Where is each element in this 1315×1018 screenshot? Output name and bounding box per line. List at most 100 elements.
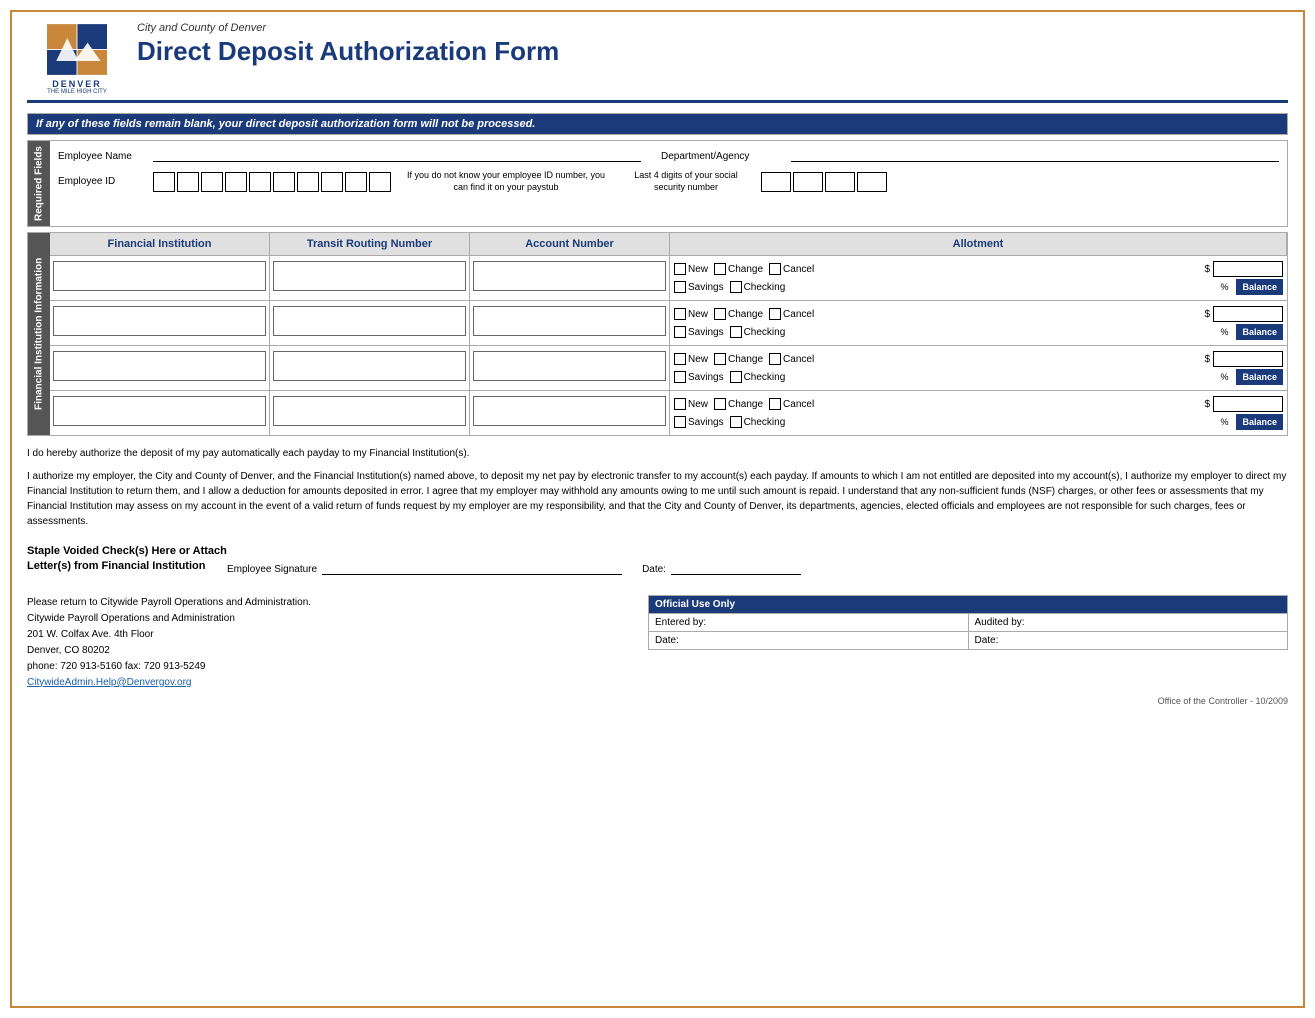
fi-row2-change-checkbox[interactable] <box>714 308 726 320</box>
fi-row3-amount-input[interactable] <box>1213 351 1283 367</box>
fi-row3-checking-label: Checking <box>744 372 786 383</box>
last4-box-4[interactable] <box>857 172 887 192</box>
fi-row2-routing-input[interactable] <box>273 306 466 336</box>
fi-row3-new-group: New <box>674 353 714 365</box>
fi-row4-amount-input[interactable] <box>1213 396 1283 412</box>
emp-id-box-6[interactable] <box>273 172 295 192</box>
fi-row4-savings-checkbox[interactable] <box>674 416 686 428</box>
fi-row1-savings-checkbox[interactable] <box>674 281 686 293</box>
fi-row2-new-label: New <box>688 309 708 320</box>
fi-row3-cancel-checkbox[interactable] <box>769 353 781 365</box>
fi-row3-balance-btn[interactable]: Balance <box>1236 369 1283 385</box>
fi-row3-routing-input[interactable] <box>273 351 466 381</box>
fi-row4-routing-input[interactable] <box>273 396 466 426</box>
fi-row4-institution <box>50 391 270 435</box>
fi-row3-change-checkbox[interactable] <box>714 353 726 365</box>
emp-id-box-7[interactable] <box>297 172 319 192</box>
fi-row3-savings-label: Savings <box>688 372 724 383</box>
emp-id-box-2[interactable] <box>177 172 199 192</box>
fi-row2-checking-label: Checking <box>744 327 786 338</box>
fi-row4-cancel-checkbox[interactable] <box>769 398 781 410</box>
emp-id-box-3[interactable] <box>201 172 223 192</box>
fi-header-account-number: Account Number <box>470 233 670 256</box>
fi-row1-cancel-label: Cancel <box>783 264 814 275</box>
required-fields-section: Required Fields Employee Name Department… <box>27 140 1288 227</box>
fi-row2-institution <box>50 301 270 345</box>
fi-row2-new-checkbox[interactable] <box>674 308 686 320</box>
fi-row1-new-checkbox[interactable] <box>674 263 686 275</box>
fi-row3-savings-checkbox[interactable] <box>674 371 686 383</box>
fi-row4-checking-group: Checking <box>730 416 792 428</box>
header-title-area: City and County of Denver Direct Deposit… <box>127 22 1288 67</box>
fi-row-3: New Change Cancel $ <box>50 346 1287 391</box>
fi-row3-dollar: $ <box>1204 354 1210 365</box>
fi-row1-account-input[interactable] <box>473 261 666 291</box>
fi-row2-account-input[interactable] <box>473 306 666 336</box>
fi-row2-institution-input[interactable] <box>53 306 266 336</box>
fi-row3-allot-top: New Change Cancel $ <box>674 351 1283 367</box>
fi-row4-change-group: Change <box>714 398 769 410</box>
fi-row3-account-input[interactable] <box>473 351 666 381</box>
fi-row4-new-label: New <box>688 399 708 410</box>
fi-row1-balance-btn[interactable]: Balance <box>1236 279 1283 295</box>
fi-row1-account <box>470 256 670 300</box>
fi-row4-new-checkbox[interactable] <box>674 398 686 410</box>
warning-text: If any of these fields remain blank, you… <box>28 114 1287 134</box>
dept-agency-input[interactable] <box>791 146 1279 162</box>
fi-row-1: New Change Cancel $ <box>50 256 1287 301</box>
fi-section: Financial Institution Information Financ… <box>27 232 1288 436</box>
fi-row1-routing-input[interactable] <box>273 261 466 291</box>
header-title: Direct Deposit Authorization Form <box>137 36 1288 67</box>
fi-row3-checking-checkbox[interactable] <box>730 371 742 383</box>
last4-box-3[interactable] <box>825 172 855 192</box>
fi-header-transit-routing: Transit Routing Number <box>270 233 470 256</box>
contact-link[interactable]: CitywideAdmin.Help@Denvergov.org <box>27 677 191 688</box>
last4-box-2[interactable] <box>793 172 823 192</box>
fi-row4-checking-checkbox[interactable] <box>730 416 742 428</box>
fi-row2-savings-checkbox[interactable] <box>674 326 686 338</box>
emp-id-box-4[interactable] <box>225 172 247 192</box>
fi-row4-change-checkbox[interactable] <box>714 398 726 410</box>
fi-row1-savings-label: Savings <box>688 282 724 293</box>
staple-line1: Staple Voided Check(s) Here or Attach <box>27 545 227 557</box>
date-line[interactable] <box>671 557 801 575</box>
fi-row4-account <box>470 391 670 435</box>
official-audited-by: Audited by: <box>969 614 1288 631</box>
fi-row3-institution-input[interactable] <box>53 351 266 381</box>
logo-text: DENVER <box>52 79 102 89</box>
emp-id-box-10[interactable] <box>369 172 391 192</box>
fi-row4-change-label: Change <box>728 399 763 410</box>
fi-row4-cancel-group: Cancel <box>769 398 820 410</box>
fi-row1-cancel-checkbox[interactable] <box>769 263 781 275</box>
fi-row1-change-group: Change <box>714 263 769 275</box>
emp-id-box-8[interactable] <box>321 172 343 192</box>
fi-row1-checking-label: Checking <box>744 282 786 293</box>
fi-row2-change-label: Change <box>728 309 763 320</box>
fi-row3-institution <box>50 346 270 390</box>
official-date-right: Date: <box>969 632 1288 649</box>
required-fields-side-label: Required Fields <box>28 141 50 226</box>
fi-row3-new-checkbox[interactable] <box>674 353 686 365</box>
fi-row2-balance-btn[interactable]: Balance <box>1236 324 1283 340</box>
fi-row2-amount-input[interactable] <box>1213 306 1283 322</box>
emp-id-box-9[interactable] <box>345 172 367 192</box>
fi-row2-allotment: New Change Cancel $ <box>670 301 1287 345</box>
fi-row1-amount-input[interactable] <box>1213 261 1283 277</box>
staple-text: Staple Voided Check(s) Here or Attach Le… <box>27 544 227 575</box>
fi-row2-cancel-checkbox[interactable] <box>769 308 781 320</box>
fi-row4-balance-btn[interactable]: Balance <box>1236 414 1283 430</box>
emp-id-box-1[interactable] <box>153 172 175 192</box>
employee-name-input[interactable] <box>153 146 641 162</box>
fi-row2-account <box>470 301 670 345</box>
fi-row2-checking-checkbox[interactable] <box>730 326 742 338</box>
fi-row4-account-input[interactable] <box>473 396 666 426</box>
sig-line[interactable] <box>322 557 622 575</box>
last4-box-1[interactable] <box>761 172 791 192</box>
fi-row1-change-checkbox[interactable] <box>714 263 726 275</box>
fi-row4-institution-input[interactable] <box>53 396 266 426</box>
last4-boxes <box>761 172 887 192</box>
employee-id-label: Employee ID <box>58 176 153 187</box>
emp-id-box-5[interactable] <box>249 172 271 192</box>
fi-row1-institution-input[interactable] <box>53 261 266 291</box>
fi-row1-checking-checkbox[interactable] <box>730 281 742 293</box>
